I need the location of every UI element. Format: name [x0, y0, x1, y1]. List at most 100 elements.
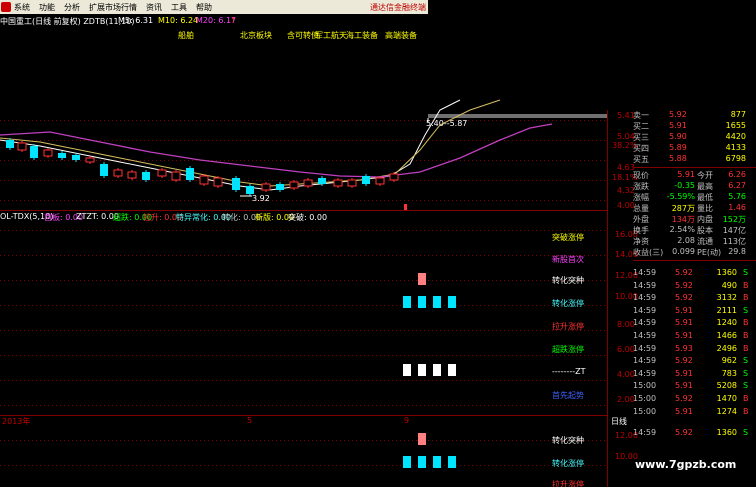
stat-label: PE(动) [697, 248, 722, 257]
candle-up [261, 183, 271, 191]
tick-volume: 1466 [716, 331, 737, 340]
tick-volume: 1240 [716, 318, 737, 328]
order-book-row: 卖一 5.92 877 [607, 110, 756, 121]
quote-stat-row: 换手 2.54% 股本 147亿 [607, 225, 756, 236]
tick-row: 14:59 5.93 2496 B [607, 344, 756, 355]
tick-time: 14:59 [633, 280, 657, 290]
ma5-value: M5: 6.31 [118, 16, 154, 25]
panel-divider [633, 260, 756, 261]
stat-label: 总量 [633, 204, 649, 213]
tick-side: B [743, 343, 749, 353]
tick-price: 5.91 [675, 368, 693, 378]
order-book-row: 买四 5.89 4133 [607, 143, 756, 154]
sector-tag[interactable]: 高端装备 [385, 30, 417, 41]
menu-bar: 系统 功能 分析 扩展市场行情 资讯 工具 帮助 通达信金融终端 [0, 0, 428, 14]
sector-tag[interactable]: 军工航天 [315, 30, 347, 41]
tick-volume: 962 [721, 356, 737, 366]
indicator-label: 突破涨停 [552, 233, 584, 242]
menu-system[interactable]: 系统 [14, 2, 30, 13]
arrow-up-icon: ↑ [230, 16, 237, 25]
tick-side: B [743, 406, 749, 416]
sector-tag[interactable]: 海工装备 [346, 30, 378, 41]
candle-down [6, 140, 14, 148]
date-label: 2013年 [2, 417, 31, 426]
stat-label: 涨幅 [633, 193, 649, 202]
menu-extended-market[interactable]: 扩展市场行情 [89, 2, 137, 13]
ma10-value: M10: 6.24 [158, 16, 199, 25]
menu-analysis[interactable]: 分析 [64, 2, 80, 13]
tick-time: 14:59 [633, 331, 657, 340]
indicator-label: 新股首次 [552, 255, 584, 264]
sector-tag[interactable]: 北京板块 [240, 30, 272, 41]
tick-time: 15:00 [633, 406, 657, 416]
menu-tools[interactable]: 工具 [171, 2, 187, 13]
book-price: 5.89 [669, 143, 687, 152]
candle-up [289, 181, 299, 189]
tick-volume: 2111 [716, 305, 737, 315]
ma-yellow-line [0, 99, 501, 187]
tick-time: 14:59 [633, 293, 657, 303]
price-area-top-bar [428, 114, 607, 118]
date-label: 5 [247, 416, 253, 425]
app-logo-icon [1, 2, 11, 12]
menu-help[interactable]: 帮助 [196, 2, 212, 13]
tick-volume: 1274 [716, 406, 737, 416]
candle-down [142, 172, 150, 180]
menu-function[interactable]: 功能 [39, 2, 55, 13]
marker-red [418, 433, 426, 445]
candle-up [199, 175, 209, 185]
tick-price: 5.91 [675, 305, 693, 315]
stat-label: 最低 [697, 193, 713, 202]
price-callout: 5.40--5.87 [426, 119, 468, 128]
tick-price: 5.91 [675, 318, 693, 328]
book-volume: 4420 [725, 132, 746, 141]
tick-side: B [743, 280, 749, 290]
indicator-label: 转化涨停 [552, 299, 584, 308]
stat-value: 287万 [671, 204, 695, 213]
stat-value: 1.46 [728, 203, 746, 212]
candle-up [127, 171, 137, 179]
tick-volume: 2496 [716, 343, 737, 353]
stat-value: 113亿 [722, 237, 746, 246]
tick-price: 5.92 [675, 280, 693, 290]
candle-down [100, 164, 108, 176]
tick-volume: 3132 [716, 293, 737, 303]
date-tick-red [404, 204, 407, 210]
menu-news[interactable]: 资讯 [146, 2, 162, 13]
stat-value: -0.35 [674, 181, 695, 190]
quote-stat-row: 外盘 134万 内盘 152万 [607, 214, 756, 225]
quote-stat-row: 涨跌 -0.35 最高 6.27 [607, 181, 756, 192]
marker-white [448, 364, 456, 376]
stat-value: 5.76 [728, 192, 746, 201]
order-book-row: 买五 5.88 6798 [607, 154, 756, 165]
marker-cyan [448, 296, 456, 308]
stat-label: 内盘 [697, 215, 713, 224]
tick-price: 5.92 [675, 268, 693, 277]
book-label: 买五 [633, 155, 649, 164]
stat-value: 152万 [722, 215, 746, 224]
stat-value: 6.26 [728, 170, 746, 179]
tick-price: 5.92 [675, 356, 693, 366]
book-volume: 4133 [725, 143, 746, 152]
marker-white [418, 364, 426, 376]
stat-value: 147亿 [722, 226, 746, 235]
date-label: 9 [404, 416, 410, 425]
stat-label: 量比 [697, 204, 713, 213]
marker-cyan [403, 296, 411, 308]
indicator-item: 突破: 0.00 [288, 213, 328, 222]
tick-volume: 5208 [716, 381, 737, 391]
candle-down [246, 186, 254, 194]
marker-cyan [418, 456, 426, 468]
stat-value: 2.54% [669, 225, 695, 234]
tick-price: 5.92 [675, 293, 693, 303]
lower-label: 转化涨停 [552, 459, 584, 468]
tick-side: S [743, 368, 749, 378]
sector-tag[interactable]: 船舶 [178, 30, 194, 41]
stat-label: 涨跌 [633, 182, 649, 191]
tick-row: 14:59 5.92 1360 S [607, 428, 756, 439]
tick-time: 14:59 [633, 268, 657, 277]
tick-volume: 783 [721, 368, 737, 378]
tick-price: 5.92 [675, 428, 693, 437]
quote-stat-row: 净资 2.08 流通 113亿 [607, 236, 756, 247]
stat-label: 股本 [697, 226, 713, 235]
